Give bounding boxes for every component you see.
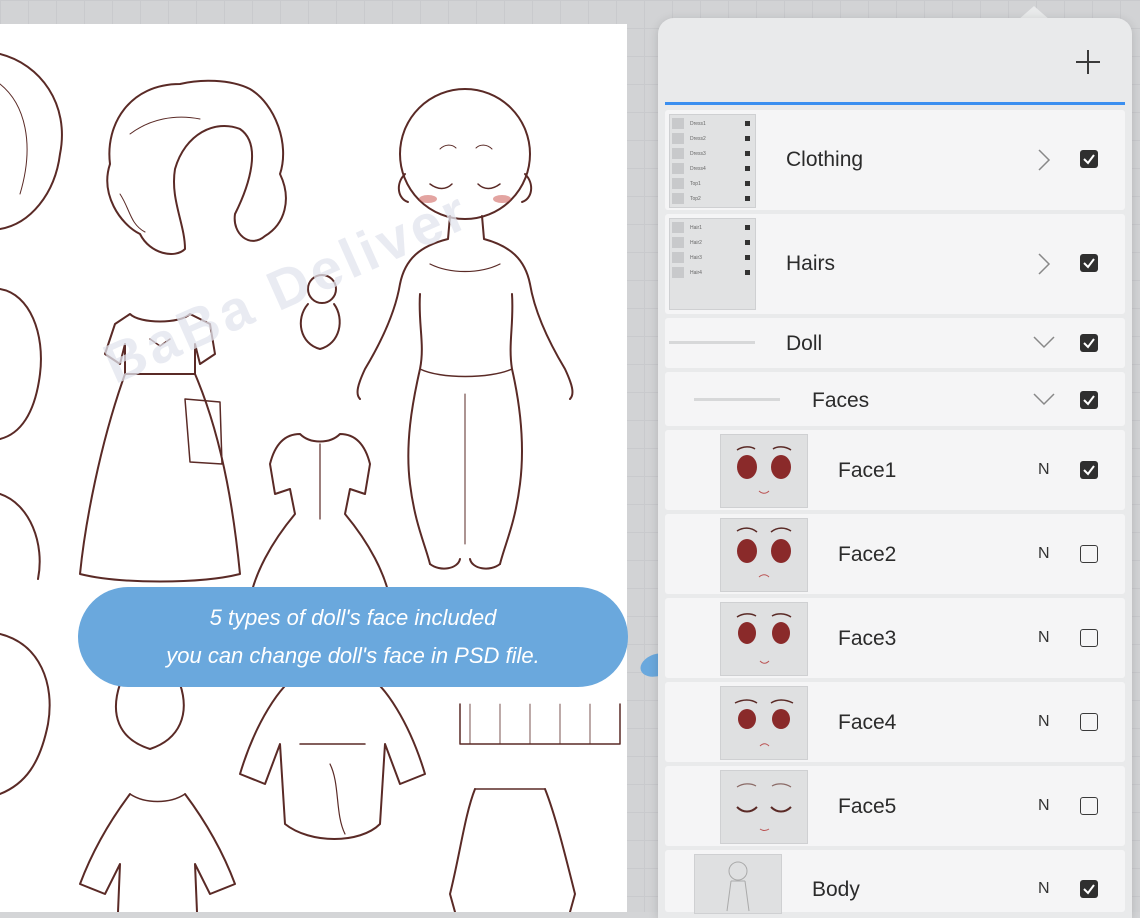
line-art-illustration [0, 53, 621, 912]
blend-mode[interactable]: N [1038, 797, 1050, 815]
visibility-checkbox[interactable] [1080, 545, 1098, 563]
face-thumbnail [720, 602, 808, 676]
layer-name: Face5 [838, 795, 897, 818]
drawing-canvas[interactable]: BaBa Deliver [0, 24, 627, 912]
chevron-right-icon[interactable] [1036, 148, 1052, 172]
body-thumbnail [694, 854, 782, 914]
visibility-checkbox[interactable] [1080, 880, 1098, 898]
layer-name: Clothing [786, 148, 864, 171]
callout-line-2: you can change doll's face in PSD file. [166, 643, 540, 668]
chevron-down-icon[interactable] [1032, 334, 1056, 350]
visibility-checkbox[interactable] [1080, 334, 1098, 352]
face-thumbnail [720, 686, 808, 760]
visibility-checkbox[interactable] [1080, 150, 1098, 168]
visibility-checkbox[interactable] [1080, 461, 1098, 479]
layer-name: Doll [786, 332, 823, 355]
layer-name: Faces [812, 389, 870, 412]
face-thumbnail [720, 770, 808, 844]
group-thumbnail: Hair1 Hair2 Hair3 Hair4 [669, 218, 756, 310]
blend-mode[interactable]: N [1038, 713, 1050, 731]
visibility-checkbox[interactable] [1080, 391, 1098, 409]
chevron-down-icon[interactable] [1032, 391, 1056, 407]
blend-mode[interactable]: N [1038, 545, 1050, 563]
blend-mode[interactable]: N [1038, 629, 1050, 647]
panel-header-divider [665, 102, 1125, 105]
visibility-checkbox[interactable] [1080, 713, 1098, 731]
face-thumbnail [720, 518, 808, 592]
visibility-checkbox[interactable] [1080, 629, 1098, 647]
blend-mode[interactable]: N [1038, 880, 1050, 898]
layer-name: Body [812, 878, 860, 901]
group-indicator-line [694, 398, 780, 401]
visibility-checkbox[interactable] [1080, 254, 1098, 272]
blend-mode[interactable]: N [1038, 461, 1050, 479]
info-callout: 5 types of doll's face included you can … [78, 587, 628, 687]
visibility-checkbox[interactable] [1080, 797, 1098, 815]
chevron-right-icon[interactable] [1036, 252, 1052, 276]
group-indicator-line [669, 341, 755, 344]
layer-name: Face3 [838, 627, 897, 650]
group-thumbnail: Dress1 Dress2 Dress3 Dress4 Top1 Top2 [669, 114, 756, 208]
layer-name: Face2 [838, 543, 897, 566]
face-thumbnail [720, 434, 808, 508]
layer-name: Face4 [838, 711, 897, 734]
plus-icon[interactable] [1070, 44, 1106, 80]
layer-name: Face1 [838, 459, 897, 482]
callout-line-1: 5 types of doll's face included [209, 605, 497, 630]
layer-name: Hairs [786, 252, 836, 275]
